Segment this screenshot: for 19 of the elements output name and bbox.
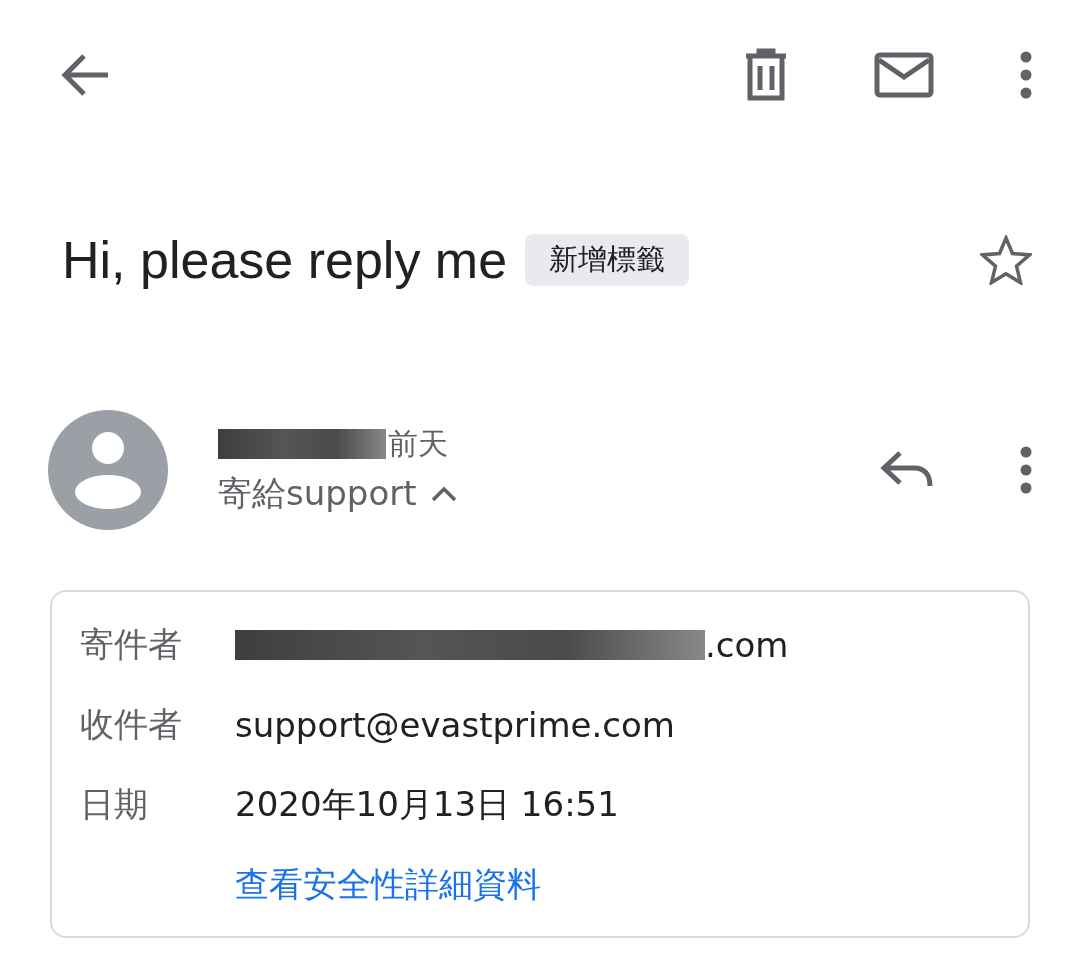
- detail-label: 日期: [80, 783, 149, 826]
- star-icon: [980, 235, 1032, 285]
- email-subject: Hi, please reply me: [62, 230, 508, 290]
- security-details-link[interactable]: 查看安全性詳細資料: [235, 862, 1000, 908]
- chevron-icon: [430, 485, 457, 502]
- detail-value: .com: [705, 625, 789, 665]
- back-arrow-icon: [60, 53, 110, 97]
- detail-value: 2020年10月13日 16:51: [235, 783, 619, 826]
- recipient-summary: 寄給support: [218, 471, 417, 515]
- detail-label: 收件者: [80, 703, 183, 746]
- avatar-icon: [48, 410, 168, 530]
- sent-time: 前天: [388, 424, 448, 463]
- more-icon: [1020, 51, 1032, 99]
- add-label-chip[interactable]: 新增標籤: [525, 234, 690, 286]
- envelope-icon: [874, 52, 934, 98]
- more-icon: [1020, 446, 1032, 494]
- detail-label: 寄件者: [80, 623, 183, 666]
- trash-icon: [744, 48, 788, 102]
- detail-value: support@evastprime.com: [235, 705, 675, 745]
